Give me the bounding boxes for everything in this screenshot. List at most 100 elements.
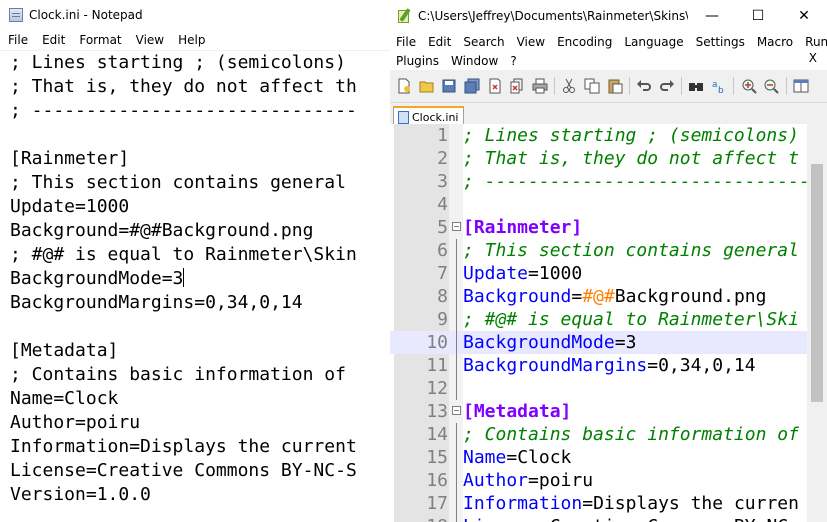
notepad-menu-file[interactable]: File (0, 33, 35, 47)
npp-menu-view[interactable]: View (511, 35, 551, 49)
npp-menu-file[interactable]: File (390, 35, 422, 49)
redo-icon[interactable] (658, 77, 676, 95)
npp-menu-language[interactable]: Language (618, 35, 689, 49)
section-header: [Rainmeter] (463, 217, 583, 238)
fold-line (456, 354, 457, 377)
notepad-titlebar[interactable]: Clock.ini - Notepad (0, 0, 390, 30)
replace-icon[interactable]: ab (710, 77, 728, 95)
notepadpp-window: C:\Users\Jeffrey\Documents\Rainmeter\Ski… (390, 0, 827, 522)
notepad-line-text: BackgroundMode=3 (10, 268, 184, 289)
fold-toggle-icon[interactable] (452, 406, 461, 415)
find-icon[interactable] (687, 77, 705, 95)
key-name: Author (463, 470, 529, 491)
close-all-icon[interactable] (508, 77, 526, 95)
line-number: 16 (426, 470, 448, 491)
save-icon[interactable] (440, 77, 458, 95)
npp-menu-plugins[interactable]: Plugins (390, 54, 445, 68)
fold-line (456, 285, 457, 308)
code-line: 16 Author=poiru (390, 469, 827, 492)
fold-line (456, 492, 457, 515)
open-file-icon[interactable] (418, 77, 436, 95)
assignment-sign: = (506, 447, 518, 468)
notepad-menubar: File Edit Format View Help (0, 30, 390, 51)
scrollbar-thumb[interactable] (811, 164, 823, 402)
notepad-line: Name=Clock (10, 388, 119, 409)
fold-line (456, 331, 457, 354)
npp-menu-search[interactable]: Search (457, 35, 510, 49)
npp-menu-run[interactable]: Run (799, 35, 827, 49)
key-name: License (463, 516, 539, 522)
undo-icon[interactable] (635, 77, 653, 95)
paste-icon[interactable] (606, 77, 624, 95)
npp-editor[interactable]: 1 ; Lines starting ; (semicolons) 2 ; That … (390, 124, 827, 522)
tab-clock-ini[interactable]: Clock.ini (393, 106, 464, 126)
notepad-line: BackgroundMargins=0,34,0,14 (10, 292, 303, 313)
notepad-line: Author=poiru (10, 412, 141, 433)
code-text: Name=Clock (463, 446, 571, 469)
code-line: 9 ; #@# is equal to Rainmeter\Ski (390, 308, 827, 331)
line-number: 8 (437, 286, 448, 307)
value-text: 3 (625, 332, 637, 353)
assignment-sign: = (582, 493, 594, 514)
notepad-menu-view[interactable]: View (129, 33, 171, 47)
code-text: ; Contains basic information of (463, 423, 799, 446)
code-line: 3 ; ------------------------------ (390, 170, 827, 193)
notepad-line: ; #@# is equal to Rainmeter\Skin (10, 244, 357, 265)
npp-menu-encoding[interactable]: Encoding (551, 35, 618, 49)
code-line: 7 Update=1000 (390, 262, 827, 285)
notepad-line: License=Creative Commons BY-NC-S (10, 460, 357, 481)
line-number: 4 (437, 194, 448, 215)
npp-menubar-row2: Plugins Window ? X (390, 51, 827, 70)
value-text: 0,34,0,14 (658, 355, 756, 376)
cut-icon[interactable] (560, 77, 578, 95)
sync-icon[interactable] (792, 77, 810, 95)
code-line: 18 License=Creative Commons BY-NC- (390, 515, 827, 522)
notepad-menu-edit[interactable]: Edit (35, 33, 72, 47)
close-button[interactable]: ✕ (781, 0, 827, 32)
minimize-button[interactable]: — (689, 0, 735, 32)
zoom-out-icon[interactable] (762, 77, 780, 95)
notepad-menu-help[interactable]: Help (171, 33, 212, 47)
zoom-in-icon[interactable] (740, 77, 758, 95)
save-all-icon[interactable] (463, 77, 481, 95)
code-text: ; ------------------------------ (463, 170, 810, 193)
code-text: Update=1000 (463, 262, 582, 285)
npp-menu-macro[interactable]: Macro (751, 35, 799, 49)
fold-line (456, 515, 457, 522)
line-number: 5 (437, 217, 448, 238)
line-number: 6 (437, 240, 448, 261)
npp-menu-help[interactable]: ? (504, 54, 522, 68)
value-text: Background.png (614, 286, 767, 307)
code-text: ; That is, they do not affect t (463, 147, 799, 170)
comment-text: ; Contains basic information of (463, 424, 799, 445)
code-line: 17 Information=Displays the curren (390, 492, 827, 515)
close-icon[interactable] (486, 77, 504, 95)
fold-toggle-icon[interactable] (452, 222, 461, 231)
code-lines: 1 ; Lines starting ; (semicolons) 2 ; That … (390, 124, 827, 522)
npp-menu-window[interactable]: Window (445, 54, 504, 68)
comment-text: ; That is, they do not affect t (463, 148, 799, 169)
assignment-sign: = (528, 263, 539, 284)
npp-menu-edit[interactable]: Edit (422, 35, 457, 49)
maximize-button[interactable]: ☐ (735, 0, 781, 32)
notepad-line: Version=1.0.0 (10, 484, 151, 505)
key-name: Background (463, 286, 572, 307)
code-line: 5 [Rainmeter] (390, 216, 827, 239)
notepad-menu-format[interactable]: Format (72, 33, 128, 47)
npp-titlebar[interactable]: C:\Users\Jeffrey\Documents\Rainmeter\Ski… (390, 0, 827, 32)
npp-menu-settings[interactable]: Settings (690, 35, 751, 49)
file-icon (398, 110, 409, 124)
code-line: 2 ; That is, they do not affect t (390, 147, 827, 170)
assignment-sign: = (528, 470, 539, 491)
toolbar-separator (785, 77, 787, 95)
code-text: [Rainmeter] (463, 216, 582, 239)
print-icon[interactable] (531, 77, 549, 95)
copy-icon[interactable] (583, 77, 601, 95)
new-file-icon[interactable] (395, 77, 413, 95)
notepad-text-area[interactable]: ; Lines starting ; (semicolons) ; That i… (0, 51, 390, 522)
close-document-button[interactable]: X (803, 51, 823, 65)
vertical-scrollbar[interactable] (807, 124, 827, 522)
npp-menubar-row1: File Edit Search View Encoding Language … (390, 32, 827, 51)
code-line: 15 Name=Clock (390, 446, 827, 469)
code-line: 10 BackgroundMode=3 (390, 331, 827, 354)
